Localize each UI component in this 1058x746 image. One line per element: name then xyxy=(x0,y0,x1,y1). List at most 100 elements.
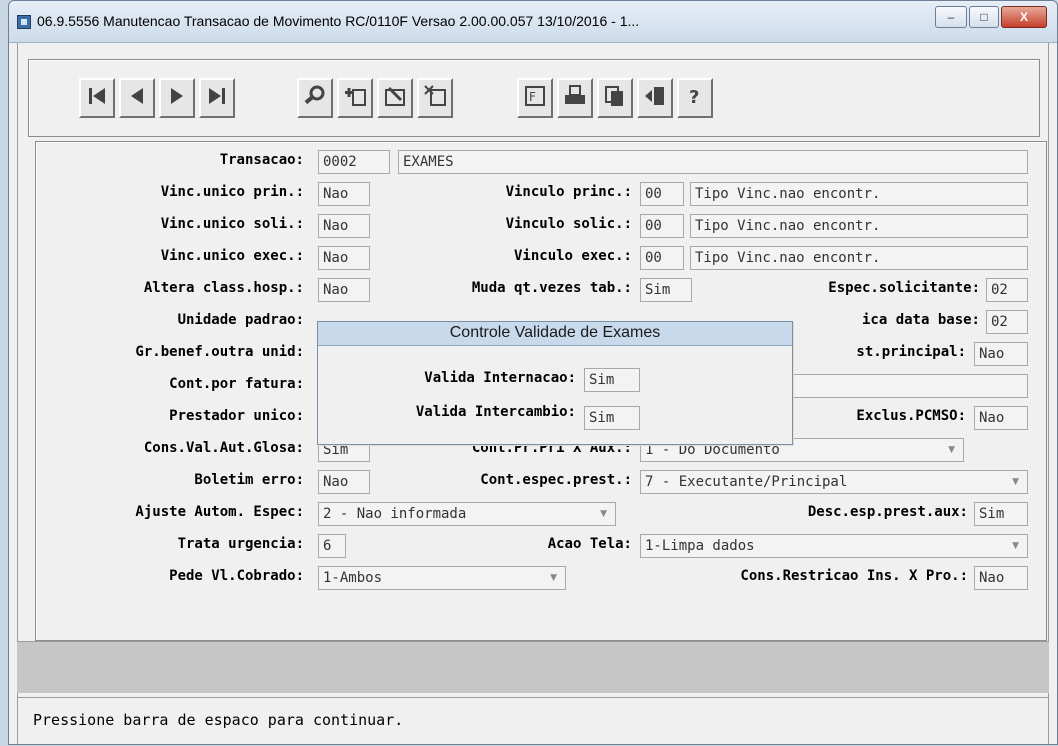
vinc-unico-prin-field[interactable]: Nao xyxy=(318,182,370,206)
print-icon xyxy=(563,84,587,112)
transacao-desc-field: EXAMES xyxy=(398,150,1028,174)
cont-espec-prest-label: Cont.espec.prest.: xyxy=(480,472,632,488)
filter-icon: F xyxy=(523,84,547,112)
espec-solicitante-field[interactable]: 02 xyxy=(986,278,1028,302)
desc-esp-prest-aux-label: Desc.esp.prest.aux: xyxy=(807,504,968,520)
maximize-button[interactable]: □ xyxy=(969,6,999,28)
window-title: 06.9.5556 Manutencao Transacao de Movime… xyxy=(37,13,640,29)
muda-qt-vezes-label: Muda qt.vezes tab.: xyxy=(471,280,632,296)
acao-tela-label: Acao Tela: xyxy=(547,536,632,552)
transacao-code-field[interactable]: 0002 xyxy=(318,150,390,174)
chevron-down-icon: ▼ xyxy=(1012,541,1019,551)
ajuste-autom-espec-label: Ajuste Autom. Espec: xyxy=(135,504,304,520)
vinculo-exec-desc-field: Tipo Vinc.nao encontr. xyxy=(690,246,1028,270)
print-button[interactable] xyxy=(557,78,593,118)
cont-por-fatura-label: Cont.por fatura: xyxy=(169,376,304,392)
popup-title: Controle Validade de Exames xyxy=(318,322,792,346)
vinculo-princ-label: Vinculo princ.: xyxy=(505,184,632,200)
cont-espec-prest-value: 7 - Executante/Principal xyxy=(645,474,848,490)
trata-urgencia-field[interactable]: 6 xyxy=(318,534,346,558)
status-message: Pressione barra de espaco para continuar… xyxy=(33,711,404,729)
cont-espec-prest-select[interactable]: 7 - Executante/Principal ▼ xyxy=(640,470,1028,494)
vinc-unico-prin-label: Vinc.unico prin.: xyxy=(160,184,304,200)
search-icon xyxy=(303,84,327,112)
cont-por-fatura-field[interactable] xyxy=(786,374,1028,398)
desc-esp-prest-aux-field[interactable]: Sim xyxy=(974,502,1028,526)
search-button[interactable] xyxy=(297,78,333,118)
filter-button[interactable]: F xyxy=(517,78,553,118)
chevron-down-icon: ▼ xyxy=(948,445,955,455)
first-record-button[interactable] xyxy=(79,78,115,118)
pede-vl-cobrado-select[interactable]: 1-Ambos ▼ xyxy=(318,566,566,590)
vinculo-exec-label: Vinculo exec.: xyxy=(513,248,632,264)
close-button[interactable]: X xyxy=(1001,6,1047,28)
valida-internacao-field[interactable]: Sim xyxy=(584,368,640,392)
copy-button[interactable] xyxy=(597,78,633,118)
unidade-padrao-label: Unidade padrao: xyxy=(177,312,304,328)
cons-val-aut-glosa-label: Cons.Val.Aut.Glosa: xyxy=(143,440,304,456)
vinculo-solic-code-field[interactable]: 00 xyxy=(640,214,684,238)
delete-button[interactable] xyxy=(417,78,453,118)
boletim-erro-label: Boletim erro: xyxy=(194,472,304,488)
vinculo-solic-label: Vinculo solic.: xyxy=(505,216,632,232)
minimize-button[interactable]: – xyxy=(935,6,967,28)
svg-text:F: F xyxy=(529,90,536,104)
copy-icon xyxy=(603,84,627,112)
boletim-erro-field[interactable]: Nao xyxy=(318,470,370,494)
next-record-button[interactable] xyxy=(159,78,195,118)
add-icon xyxy=(343,84,367,112)
edit-icon xyxy=(383,84,407,112)
next-record-icon xyxy=(166,85,188,111)
vinculo-princ-code-field[interactable]: 00 xyxy=(640,182,684,206)
last-record-icon xyxy=(206,85,228,111)
exclus-pcmso-field[interactable]: Nao xyxy=(974,406,1028,430)
app-icon xyxy=(17,15,31,29)
previous-record-icon xyxy=(126,85,148,111)
altera-class-hosp-label: Altera class.hosp.: xyxy=(143,280,304,296)
add-button[interactable] xyxy=(337,78,373,118)
vinc-unico-exec-field[interactable]: Nao xyxy=(318,246,370,270)
message-strip xyxy=(17,641,1049,693)
application-window: 06.9.5556 Manutencao Transacao de Movime… xyxy=(8,0,1058,745)
valida-intercambio-field[interactable]: Sim xyxy=(584,406,640,430)
title-bar[interactable]: 06.9.5556 Manutencao Transacao de Movime… xyxy=(9,1,1057,43)
espec-solicitante-label: Espec.solicitante: xyxy=(828,280,980,296)
last-record-button[interactable] xyxy=(199,78,235,118)
delete-icon xyxy=(423,84,447,112)
cons-restricao-label: Cons.Restricao Ins. X Pro.: xyxy=(740,568,968,584)
vinc-unico-soli-field[interactable]: Nao xyxy=(318,214,370,238)
ajuste-autom-espec-value: 2 - Nao informada xyxy=(323,506,467,522)
help-icon: ? xyxy=(683,84,707,112)
help-button[interactable]: ? xyxy=(677,78,713,118)
acao-tela-select[interactable]: 1-Limpa dados ▼ xyxy=(640,534,1028,558)
muda-qt-vezes-field[interactable]: Sim xyxy=(640,278,692,302)
previous-record-button[interactable] xyxy=(119,78,155,118)
chevron-down-icon: ▼ xyxy=(600,509,607,519)
altera-class-hosp-field[interactable]: Nao xyxy=(318,278,370,302)
vinc-unico-exec-label: Vinc.unico exec.: xyxy=(160,248,304,264)
pede-vl-cobrado-value: 1-Ambos xyxy=(323,570,383,586)
first-record-icon xyxy=(86,85,108,111)
gr-benef-label: Gr.benef.outra unid: xyxy=(135,344,304,360)
vinculo-exec-code-field[interactable]: 00 xyxy=(640,246,684,270)
exit-icon xyxy=(643,84,667,112)
svg-text:?: ? xyxy=(689,87,699,108)
acao-tela-value: 1-Limpa dados xyxy=(645,538,755,554)
edit-button[interactable] xyxy=(377,78,413,118)
chevron-down-icon: ▼ xyxy=(1012,477,1019,487)
status-bar: Pressione barra de espaco para continuar… xyxy=(17,697,1049,746)
trata-urgencia-label: Trata urgencia: xyxy=(177,536,304,552)
cons-restricao-field[interactable]: Nao xyxy=(974,566,1028,590)
ica-data-base-field[interactable]: 02 xyxy=(986,310,1028,334)
st-principal-field[interactable]: Nao xyxy=(974,342,1028,366)
transacao-label: Transacao: xyxy=(219,152,304,168)
valida-internacao-label: Valida Internacao: xyxy=(424,370,576,386)
prestador-unico-label: Prestador unico: xyxy=(169,408,304,424)
vinculo-princ-desc-field: Tipo Vinc.nao encontr. xyxy=(690,182,1028,206)
ajuste-autom-espec-select[interactable]: 2 - Nao informada ▼ xyxy=(318,502,616,526)
exit-button[interactable] xyxy=(637,78,673,118)
toolbar: F ? xyxy=(28,59,1040,137)
pede-vl-cobrado-label: Pede Vl.Cobrado: xyxy=(169,568,304,584)
vinc-unico-soli-label: Vinc.unico soli.: xyxy=(160,216,304,232)
chevron-down-icon: ▼ xyxy=(550,573,557,583)
